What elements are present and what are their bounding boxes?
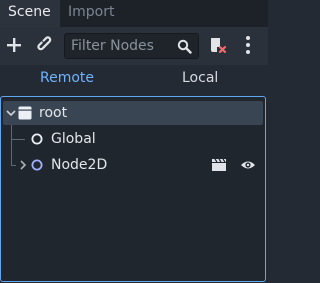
node2d-icon [31,159,43,171]
chevron-down-icon[interactable] [6,108,16,118]
tree-row-root[interactable]: root [3,101,263,125]
tree-row-label: Node2D [51,157,108,173]
window-icon [18,106,32,120]
link-icon[interactable] [37,36,55,54]
filter-nodes-input[interactable] [71,37,171,55]
tree-row-global[interactable]: Global [3,127,263,151]
tree-row-label: Global [51,131,96,147]
kebab-menu-icon[interactable] [244,35,252,55]
scene-tree[interactable]: root Global Node2D [0,96,266,282]
remote-mode-button[interactable]: Remote [40,68,94,88]
filter-nodes-field[interactable] [64,33,199,59]
search-icon [177,39,192,54]
tree-row-label: root [39,105,68,121]
plus-icon[interactable] [6,37,22,53]
clapperboard-icon[interactable] [211,158,227,172]
local-mode-button[interactable]: Local [182,68,218,88]
tab-scene[interactable]: Scene [0,0,60,27]
tree-row-node2d[interactable]: Node2D [3,153,263,177]
visibility-eye-icon[interactable] [240,158,256,172]
node-icon [31,133,43,145]
dock-tab-bar: Scene Import [0,0,268,27]
tab-import[interactable]: Import [60,0,124,27]
chevron-right-icon[interactable] [18,160,28,170]
script-icon[interactable] [208,36,226,54]
scene-toolbar [0,27,268,65]
